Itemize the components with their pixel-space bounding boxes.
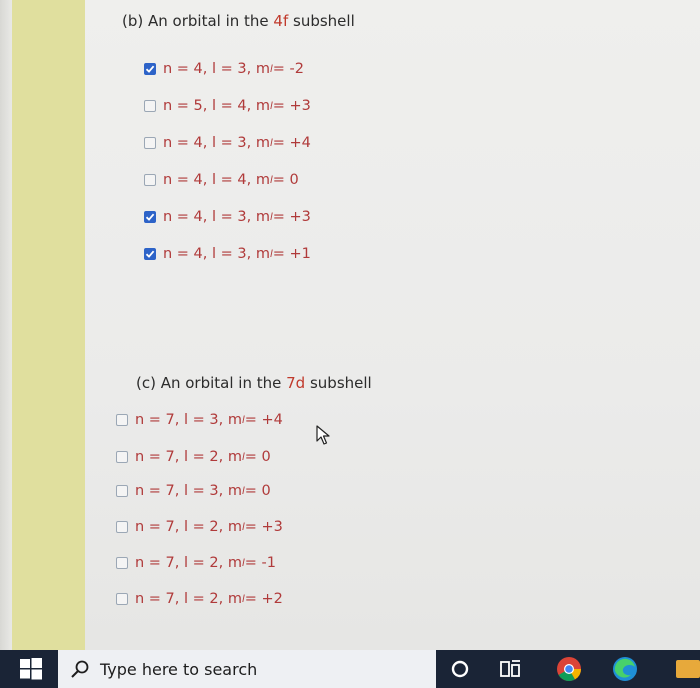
checkbox-checked[interactable] (144, 248, 156, 260)
answer-option[interactable]: n = 4, l = 4, ml = 0 (144, 171, 299, 189)
option-label: n = 4, l = 3, m (163, 209, 270, 225)
option-value: = -1 (244, 555, 276, 571)
checkbox-checked[interactable] (144, 211, 156, 223)
checkbox-unchecked[interactable] (116, 485, 128, 497)
option-value: = 0 (244, 449, 271, 465)
answer-option[interactable]: n = 7, l = 2, ml = 0 (116, 448, 271, 466)
answer-option[interactable]: n = 7, l = 2, ml = -1 (116, 554, 276, 572)
answer-option[interactable]: n = 7, l = 3, ml = 0 (116, 482, 271, 500)
option-label: n = 7, l = 3, m (135, 412, 242, 428)
option-label: n = 7, l = 2, m (135, 449, 242, 465)
section-c-heading-prefix: (c) An orbital in the (136, 374, 287, 392)
section-c-heading-subshell: 7d (286, 374, 306, 392)
option-label: n = 4, l = 3, m (163, 135, 270, 151)
side-band (12, 0, 85, 650)
answer-option[interactable]: n = 5, l = 4, ml = +3 (144, 97, 311, 115)
option-label: n = 7, l = 3, m (135, 483, 242, 499)
option-value: = +4 (272, 135, 311, 151)
edge-icon[interactable] (612, 656, 638, 682)
checkbox-unchecked[interactable] (116, 557, 128, 569)
answer-option[interactable]: n = 7, l = 2, ml = +3 (116, 518, 283, 536)
checkbox-checked[interactable] (144, 63, 156, 75)
checkbox-unchecked[interactable] (116, 414, 128, 426)
option-value: = +4 (244, 412, 283, 428)
windows-start-icon[interactable] (20, 658, 42, 680)
option-value: = +2 (244, 591, 283, 607)
search-placeholder: Type here to search (100, 659, 258, 679)
option-value: = +3 (272, 209, 311, 225)
checkbox-unchecked[interactable] (116, 521, 128, 533)
section-b-heading-prefix: (b) An orbital in the (122, 12, 274, 30)
option-label: n = 4, l = 3, m (163, 246, 270, 262)
file-explorer-icon[interactable] (676, 660, 700, 678)
answer-option[interactable]: n = 4, l = 3, ml = -2 (144, 60, 304, 78)
checkmark-icon (145, 213, 155, 221)
answer-option[interactable]: n = 4, l = 3, ml = +4 (144, 134, 311, 152)
answer-option[interactable]: n = 4, l = 3, ml = +1 (144, 245, 311, 263)
option-value: = +1 (272, 246, 311, 262)
chrome-icon[interactable] (556, 656, 582, 682)
taskbar: Type here to search (0, 650, 700, 688)
option-label: n = 7, l = 2, m (135, 519, 242, 535)
search-icon (71, 660, 89, 678)
checkbox-unchecked[interactable] (144, 174, 156, 186)
mouse-cursor-icon (316, 425, 330, 445)
task-view-icon[interactable] (500, 659, 522, 679)
option-value: = -2 (272, 61, 304, 77)
answer-option[interactable]: n = 7, l = 2, ml = +2 (116, 590, 283, 608)
taskbar-search-box[interactable]: Type here to search (58, 650, 436, 688)
option-value: = 0 (272, 172, 299, 188)
answer-option[interactable]: n = 4, l = 3, ml = +3 (144, 208, 311, 226)
checkbox-unchecked[interactable] (116, 451, 128, 463)
section-c-heading: (c) An orbital in the 7d subshell (136, 374, 372, 392)
checkbox-unchecked[interactable] (116, 593, 128, 605)
left-edge (0, 0, 12, 650)
option-label: n = 4, l = 3, m (163, 61, 270, 77)
checkmark-icon (145, 250, 155, 258)
option-value: = 0 (244, 483, 271, 499)
option-value: = +3 (272, 98, 311, 114)
option-label: n = 4, l = 4, m (163, 172, 270, 188)
section-c-heading-suffix: subshell (305, 374, 372, 392)
checkbox-unchecked[interactable] (144, 137, 156, 149)
section-b-heading-subshell: 4f (273, 12, 289, 30)
option-label: n = 5, l = 4, m (163, 98, 270, 114)
option-value: = +3 (244, 519, 283, 535)
checkbox-unchecked[interactable] (144, 100, 156, 112)
option-label: n = 7, l = 2, m (135, 555, 242, 571)
section-b-heading: (b) An orbital in the 4f subshell (122, 12, 355, 30)
answer-option[interactable]: n = 7, l = 3, ml = +4 (116, 411, 283, 429)
option-label: n = 7, l = 2, m (135, 591, 242, 607)
section-b-heading-suffix: subshell (288, 12, 355, 30)
checkmark-icon (145, 65, 155, 73)
cortana-icon[interactable] (450, 659, 470, 679)
